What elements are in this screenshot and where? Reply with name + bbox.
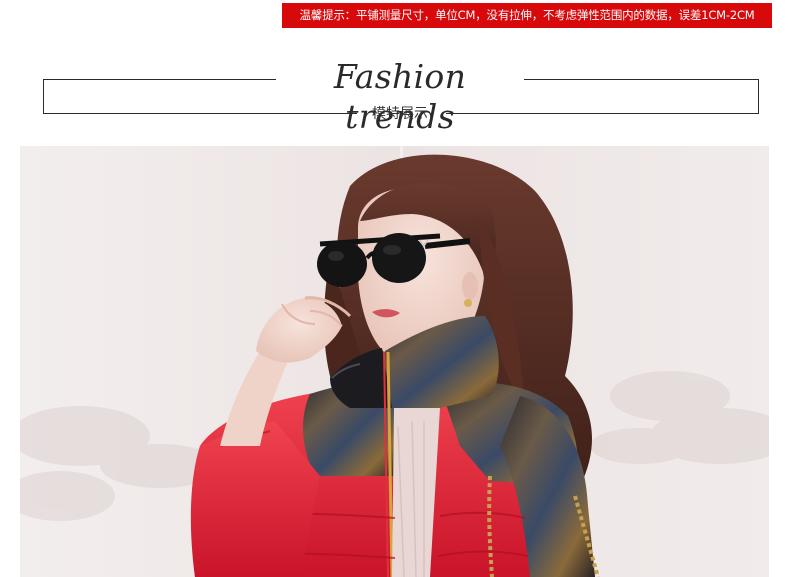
product-detail-page: 温馨提示：平铺测量尺寸，单位CM，没有拉伸，不考虑弹性范围内的数据，误差1CM-… [0, 0, 790, 577]
model-photo [20, 146, 769, 577]
size-notice-banner: 温馨提示：平铺测量尺寸，单位CM，没有拉伸，不考虑弹性范围内的数据，误差1CM-… [282, 3, 772, 28]
size-notice-text: 温馨提示：平铺测量尺寸，单位CM，没有拉伸，不考虑弹性范围内的数据，误差1CM-… [299, 8, 755, 22]
section-subtitle: 模特展示 [372, 106, 428, 122]
frame-line-top-right [524, 79, 759, 80]
section-title: Fashion trends [333, 57, 467, 136]
frame-line-top-left [43, 79, 276, 80]
model-illustration [20, 146, 769, 577]
